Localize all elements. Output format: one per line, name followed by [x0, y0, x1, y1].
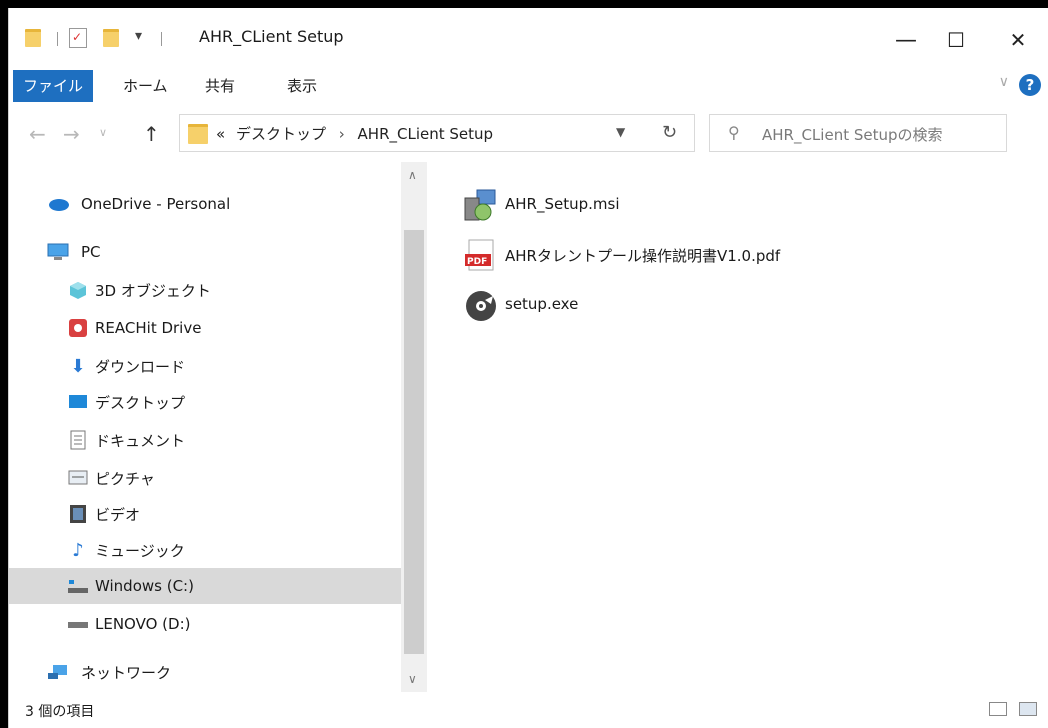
scroll-thumb[interactable] — [404, 230, 424, 654]
scroll-down-icon[interactable]: ∨ — [408, 672, 417, 686]
breadcrumb-current[interactable]: AHR_CLient Setup — [358, 125, 494, 143]
expand-ribbon-icon[interactable]: ∨ — [999, 74, 1009, 90]
address-row: ← → ∨ ↑ « デスクトップ › AHR_CLient Setup ▼ ↻ … — [9, 104, 1048, 162]
file-name: AHR_Setup.msi — [505, 195, 620, 213]
ribbon-tabs: ファイル ホーム 共有 表示 ∨ ? — [9, 66, 1048, 104]
new-folder-icon[interactable] — [103, 29, 119, 47]
tab-home[interactable]: ホーム — [113, 70, 178, 102]
sidebar-item-label: REACHit Drive — [95, 319, 202, 337]
sidebar-item-documents[interactable]: ドキュメント — [9, 422, 401, 458]
desktop-icon — [67, 392, 89, 412]
sidebar-item-label: ミュージック — [95, 541, 185, 560]
breadcrumb: « デスクトップ › AHR_CLient Setup — [216, 123, 493, 144]
help-icon[interactable]: ? — [1019, 74, 1041, 96]
sidebar-item-windows-c[interactable]: Windows (C:) — [9, 568, 401, 604]
sidebar-item-label: LENOVO (D:) — [95, 615, 191, 633]
close-button[interactable]: ✕ — [995, 20, 1041, 60]
download-icon: ⬇ — [70, 355, 86, 377]
chevron-down-icon[interactable]: ▼ — [616, 125, 625, 139]
sidebar-item-label: PC — [81, 243, 101, 261]
file-name: setup.exe — [505, 295, 579, 313]
drive-d-icon — [67, 614, 89, 634]
document-icon — [67, 430, 89, 450]
properties-icon[interactable]: ✓ — [69, 28, 87, 48]
file-list: AHR_Setup.msi PDF AHRタレントプール操作説明書V1.0.pd… — [427, 162, 1048, 692]
tab-file[interactable]: ファイル — [13, 70, 94, 102]
minimize-button[interactable]: — — [883, 20, 929, 60]
window-title: AHR_CLient Setup — [199, 27, 344, 46]
address-bar[interactable]: « デスクトップ › AHR_CLient Setup ▼ ↻ — [179, 114, 695, 152]
tab-view[interactable]: 表示 — [277, 70, 327, 102]
sidebar-item-pc[interactable]: PC — [9, 234, 401, 270]
pdf-icon: PDF — [463, 238, 499, 274]
sidebar-item-network[interactable]: ネットワーク — [9, 654, 401, 690]
sidebar-item-label: ドキュメント — [95, 431, 186, 450]
tab-share[interactable]: 共有 — [195, 70, 245, 102]
navigation-pane: OneDrive - Personal PC 3D オブジェクト REACHit… — [9, 162, 409, 692]
breadcrumb-separator[interactable]: › — [339, 125, 345, 143]
reachit-icon — [67, 318, 89, 338]
sidebar-item-videos[interactable]: ビデオ — [9, 496, 401, 532]
forward-arrow-icon[interactable]: → — [63, 122, 80, 146]
recent-locations-icon[interactable]: ∨ — [99, 126, 107, 139]
folder-icon — [25, 29, 41, 47]
separator — [161, 32, 162, 46]
sidebar-item-label: デスクトップ — [95, 393, 186, 412]
sidebar-item-onedrive[interactable]: OneDrive - Personal — [9, 186, 401, 222]
sidebar-scrollbar[interactable]: ∧ ∨ — [401, 162, 427, 692]
scroll-up-icon[interactable]: ∧ — [408, 168, 417, 182]
sidebar-item-music[interactable]: ♪ ミュージック — [9, 532, 401, 568]
file-item[interactable]: setup.exe — [463, 286, 578, 326]
item-count: 3 個の項目 — [25, 704, 95, 720]
sidebar-item-pictures[interactable]: ピクチャ — [9, 460, 401, 496]
sidebar-item-downloads[interactable]: ⬇ ダウンロード — [9, 348, 401, 384]
exe-icon — [463, 288, 499, 324]
sidebar-item-desktop[interactable]: デスクトップ — [9, 384, 401, 420]
sidebar-item-label: ビデオ — [95, 505, 141, 524]
music-icon: ♪ — [72, 539, 84, 561]
cube-icon — [67, 280, 89, 300]
sidebar-item-label: ダウンロード — [95, 357, 186, 376]
title-bar: ✓ ▾ AHR_CLient Setup — ☐ ✕ — [9, 8, 1048, 66]
up-arrow-icon[interactable]: ↑ — [143, 122, 160, 146]
cloud-icon — [47, 194, 69, 214]
drive-c-icon — [67, 576, 89, 596]
sidebar-item-label: 3D オブジェクト — [95, 281, 211, 300]
file-item[interactable]: AHR_Setup.msi — [463, 186, 620, 226]
status-bar: 3 個の項目 — [9, 692, 1048, 728]
separator — [57, 32, 58, 46]
search-box[interactable]: ⚲ AHR_CLient Setupの検索 — [709, 114, 1007, 152]
search-icon: ⚲ — [728, 123, 740, 142]
pc-icon — [47, 242, 69, 262]
sidebar-item-lenovo-d[interactable]: LENOVO (D:) — [9, 606, 401, 642]
svg-text:PDF: PDF — [467, 257, 487, 267]
sidebar-item-label: OneDrive - Personal — [81, 195, 231, 213]
network-icon — [47, 662, 69, 682]
refresh-icon[interactable]: ↻ — [662, 122, 677, 143]
breadcrumb-desktop[interactable]: デスクトップ — [236, 125, 326, 143]
large-icons-view-icon[interactable] — [1019, 702, 1037, 716]
sidebar-item-label: ネットワーク — [81, 663, 172, 682]
sidebar-item-label: ピクチャ — [95, 469, 155, 488]
file-item[interactable]: PDF AHRタレントプール操作説明書V1.0.pdf — [463, 236, 780, 276]
customize-toolbar-icon[interactable]: ▾ — [135, 28, 142, 44]
explorer-window: ✓ ▾ AHR_CLient Setup — ☐ ✕ ファイル ホーム 共有 表… — [8, 8, 1048, 728]
details-view-icon[interactable] — [989, 702, 1007, 716]
msi-icon — [463, 188, 499, 224]
sidebar-item-reachit[interactable]: REACHit Drive — [9, 310, 401, 346]
file-name: AHRタレントプール操作説明書V1.0.pdf — [505, 247, 781, 265]
sidebar-item-label: Windows (C:) — [95, 577, 194, 595]
search-input[interactable]: AHR_CLient Setupの検索 — [762, 124, 943, 145]
maximize-button[interactable]: ☐ — [933, 20, 979, 60]
folder-icon — [188, 124, 208, 144]
video-icon — [67, 504, 89, 524]
back-arrow-icon[interactable]: ← — [29, 122, 46, 146]
picture-icon — [67, 468, 89, 488]
sidebar-item-3d-objects[interactable]: 3D オブジェクト — [9, 272, 401, 308]
breadcrumb-overflow[interactable]: « — [216, 125, 225, 143]
